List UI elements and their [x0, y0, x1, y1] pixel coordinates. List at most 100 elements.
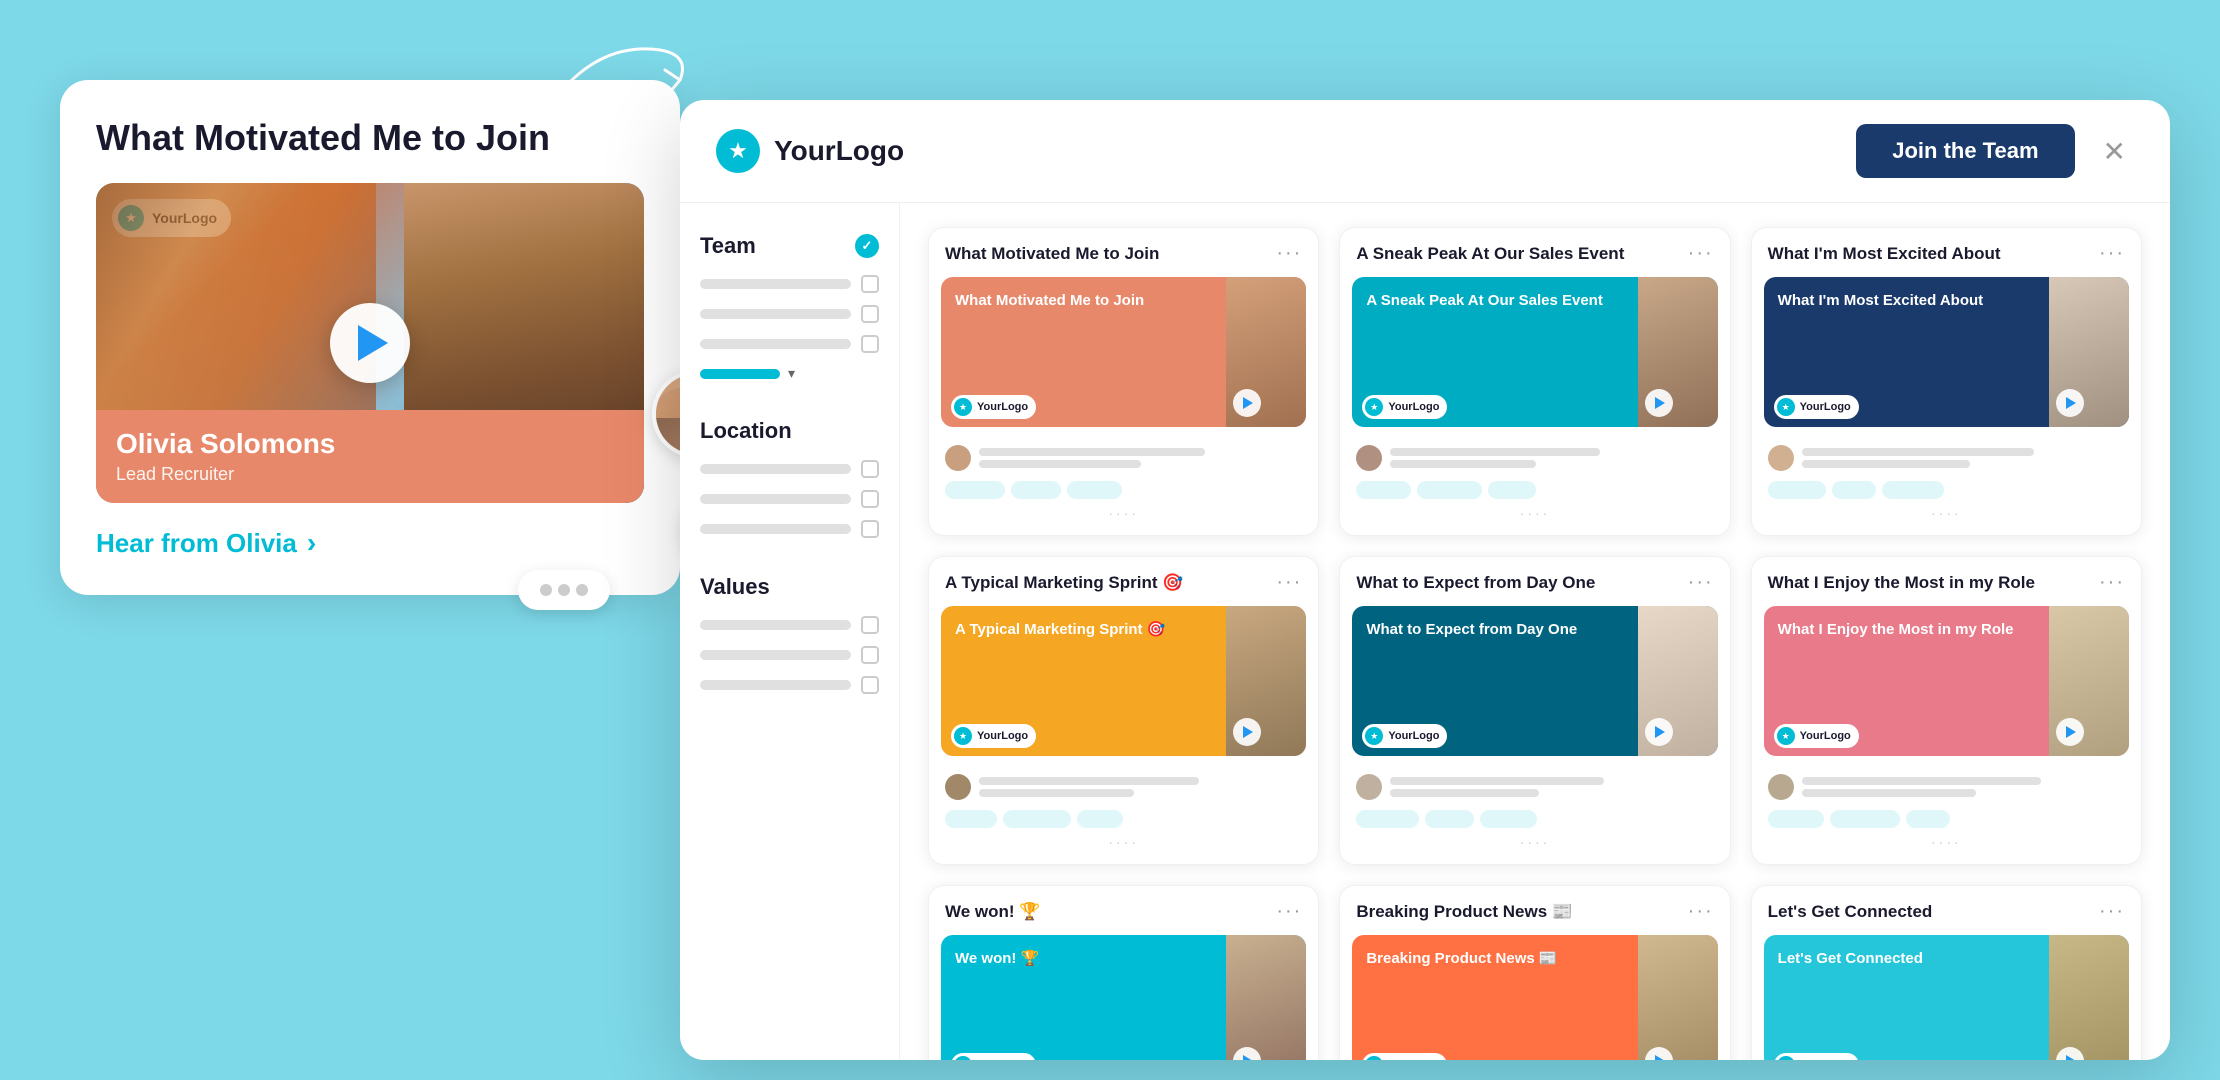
sidebar-line-3 [700, 339, 851, 349]
card-6-logo-star: ★ [1777, 727, 1795, 745]
card-9-header: Let's Get Connected ··· [1752, 886, 2141, 923]
card-6-name-line [1802, 777, 2041, 785]
tag-16 [1768, 810, 1824, 828]
tag-2 [1011, 481, 1061, 499]
sidebar-team-item-1[interactable] [700, 275, 879, 293]
tag-10 [945, 810, 997, 828]
sidebar-location-item-2[interactable] [700, 490, 879, 508]
sidebar-location-item-3[interactable] [700, 520, 879, 538]
card-6-expand[interactable]: ···· [1768, 834, 2125, 850]
card-9-thumbnail[interactable]: Let's Get Connected ★ YourLogo [1764, 935, 2129, 1060]
card-8-play[interactable] [1645, 1047, 1673, 1060]
checkbox-1[interactable] [861, 275, 879, 293]
card-1-logo-text: YourLogo [977, 401, 1028, 413]
card-3-logo-star: ★ [1777, 398, 1795, 416]
tag-13 [1356, 810, 1419, 828]
card-4-header: A Typical Marketing Sprint 🎯 ··· [929, 557, 1318, 594]
card-1-name-line [979, 448, 1205, 456]
card-9-dots[interactable]: ··· [2099, 900, 2125, 923]
card-2-play[interactable] [1645, 389, 1673, 417]
card-4-thumb-label: A Typical Marketing Sprint 🎯 [955, 620, 1165, 640]
card-7-dots[interactable]: ··· [1276, 900, 1302, 923]
card-6-thumbnail[interactable]: What I Enjoy the Most in my Role ★ YourL… [1764, 606, 2129, 756]
tag-3 [1067, 481, 1122, 499]
team-check-icon: ✓ [855, 234, 879, 258]
sidebar-location-title: Location [700, 418, 879, 444]
card-6-role-line [1802, 789, 1977, 797]
video-card-8: Breaking Product News 📰 ··· Breaking Pro… [1339, 885, 1730, 1060]
card-3-dots[interactable]: ··· [2099, 242, 2125, 265]
card-6-logo: ★ YourLogo [1774, 724, 1859, 748]
card-1-dots[interactable]: ··· [1276, 242, 1302, 265]
card-2-thumbnail[interactable]: A Sneak Peak At Our Sales Event ★ YourLo… [1352, 277, 1717, 427]
card-4-play[interactable] [1233, 718, 1261, 746]
card-3-thumb-label: What I'm Most Excited About [1778, 291, 1984, 311]
card-8-dots[interactable]: ··· [1688, 900, 1714, 923]
sidebar-values-item-2[interactable] [700, 646, 879, 664]
card-5-expand[interactable]: ···· [1356, 834, 1713, 850]
card-5-thumbnail[interactable]: What to Expect from Day One ★ YourLogo [1352, 606, 1717, 756]
sidebar-section-team: Team ✓ ▾ [700, 233, 879, 382]
sidebar-values-item-1[interactable] [700, 616, 879, 634]
card-1-thumbnail[interactable]: What Motivated Me to Join ★ YourLogo [941, 277, 1306, 427]
video-card-3: What I'm Most Excited About ··· What I'm… [1751, 227, 2142, 536]
card-3-expand[interactable]: ···· [1768, 505, 2125, 521]
logo-star-button[interactable]: ★ [716, 129, 760, 173]
join-button[interactable]: Join the Team [1856, 124, 2074, 178]
tag-4 [1356, 481, 1411, 499]
loc-checkbox-3[interactable] [861, 520, 879, 538]
card-1-expand[interactable]: ···· [945, 505, 1302, 521]
card-4-bottom: ···· [929, 768, 1318, 864]
sidebar-team-item-3[interactable] [700, 335, 879, 353]
card-5-bottom: ···· [1340, 768, 1729, 864]
card-8-thumbnail[interactable]: Breaking Product News 📰 ★ YourLogo [1352, 935, 1717, 1060]
video-container[interactable]: ★ YourLogo Olivia Solomons Lead Recruite… [96, 183, 644, 503]
dropdown-line [700, 369, 780, 379]
sidebar-team-item-2[interactable] [700, 305, 879, 323]
val-checkbox-1[interactable] [861, 616, 879, 634]
card-6-dots[interactable]: ··· [2099, 571, 2125, 594]
card-1-logo: ★ YourLogo [951, 395, 1036, 419]
hear-from-link[interactable]: Hear from Olivia › [96, 527, 644, 559]
video-card-1: What Motivated Me to Join ··· What Motiv… [928, 227, 1319, 536]
card-1-play[interactable] [1233, 389, 1261, 417]
card-4-expand[interactable]: ···· [945, 834, 1302, 850]
card-6-author [1768, 774, 2125, 800]
card-3-thumbnail[interactable]: What I'm Most Excited About ★ YourLogo [1764, 277, 2129, 427]
checkbox-3[interactable] [861, 335, 879, 353]
app-header: ★ YourLogo Join the Team ✕ [680, 100, 2170, 203]
card-8-thumb-left: Breaking Product News 📰 [1352, 935, 1637, 1060]
card-3-play[interactable] [2056, 389, 2084, 417]
card-6-title: What I Enjoy the Most in my Role [1768, 573, 2099, 593]
sidebar-location-item-1[interactable] [700, 460, 879, 478]
video-card-4: A Typical Marketing Sprint 🎯 ··· A Typic… [928, 556, 1319, 865]
card-title: What Motivated Me to Join [96, 116, 644, 159]
card-7-thumb-left: We won! 🏆 [941, 935, 1226, 1060]
team-dropdown[interactable]: ▾ [700, 365, 879, 382]
tag-8 [1832, 481, 1876, 499]
card-7-logo-text: YourLogo [977, 1059, 1028, 1060]
card-7-thumbnail[interactable]: We won! 🏆 ★ YourLogo [941, 935, 1306, 1060]
video-card-5: What to Expect from Day One ··· What to … [1339, 556, 1730, 865]
card-6-avatar [1768, 774, 1794, 800]
card-1-author-lines [979, 448, 1302, 468]
checkbox-2[interactable] [861, 305, 879, 323]
card-5-dots[interactable]: ··· [1688, 571, 1714, 594]
card-6-play[interactable] [2056, 718, 2084, 746]
loc-checkbox-2[interactable] [861, 490, 879, 508]
val-checkbox-2[interactable] [861, 646, 879, 664]
card-1-role-line [979, 460, 1141, 468]
close-button[interactable]: ✕ [2095, 127, 2134, 176]
card-4-dots[interactable]: ··· [1276, 571, 1302, 594]
sidebar-values-item-3[interactable] [700, 676, 879, 694]
card-7-play[interactable] [1233, 1047, 1261, 1060]
card-9-play[interactable] [2056, 1047, 2084, 1060]
card-4-thumbnail[interactable]: A Typical Marketing Sprint 🎯 ★ YourLogo [941, 606, 1306, 756]
loc-checkbox-1[interactable] [861, 460, 879, 478]
play-button[interactable] [330, 303, 410, 383]
card-5-play[interactable] [1645, 718, 1673, 746]
val-checkbox-3[interactable] [861, 676, 879, 694]
card-2-dots[interactable]: ··· [1688, 242, 1714, 265]
person-title: Lead Recruiter [116, 464, 624, 485]
card-2-expand[interactable]: ···· [1356, 505, 1713, 521]
